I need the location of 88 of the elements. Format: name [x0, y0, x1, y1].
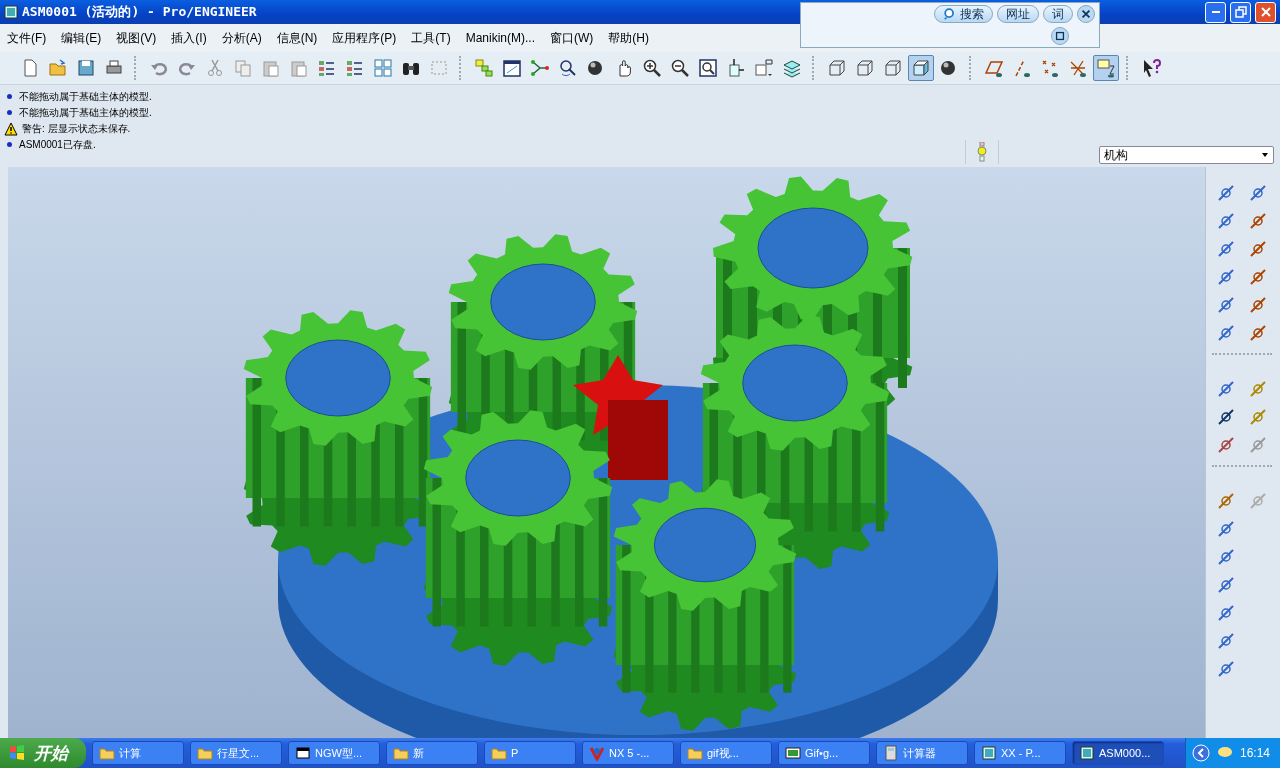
- wireframe-cube-icon: [855, 58, 875, 78]
- close-icon: [1080, 8, 1092, 20]
- restore-icon: [1233, 5, 1248, 19]
- save-icon: [76, 58, 96, 78]
- menu-item[interactable]: 窗口(W): [545, 27, 599, 49]
- menu-item[interactable]: 文件(F): [2, 27, 52, 49]
- selection-box-icon: [429, 58, 449, 78]
- menu-item[interactable]: 帮助(H): [603, 27, 654, 49]
- spin-center-icon: [558, 58, 578, 78]
- restore-button[interactable]: [1230, 1, 1251, 23]
- window-icon: [295, 745, 311, 761]
- taskbar-button[interactable]: NGW型...: [288, 741, 380, 765]
- nx-logo-icon: [589, 745, 605, 761]
- menu-item[interactable]: 应用程序(P): [327, 27, 402, 49]
- menu-item[interactable]: 编辑(E): [56, 27, 107, 49]
- reorient-icon: [726, 58, 746, 78]
- bullet-icon: [7, 94, 12, 99]
- toolbar-button[interactable]: [1093, 55, 1119, 81]
- folder-icon: [393, 745, 409, 761]
- model-tree-icon: [474, 58, 494, 78]
- menu-item[interactable]: 信息(N): [271, 27, 323, 49]
- refit-icon: [698, 58, 718, 78]
- taskbar-button[interactable]: gif视...: [680, 741, 772, 765]
- copy-icon: [233, 58, 253, 78]
- window-title: ASM0001 (活动的) - Pro/ENGINEER: [22, 3, 257, 21]
- open-folder-icon: [48, 58, 68, 78]
- warning-icon: [4, 121, 18, 136]
- taskbar-button[interactable]: 行星文...: [190, 741, 282, 765]
- regenerate-icon: [317, 58, 337, 78]
- folder-icon: [491, 745, 507, 761]
- paste-icon: [261, 58, 281, 78]
- taskbar-button[interactable]: NX 5 -...: [582, 741, 674, 765]
- message-text: 不能拖动属于基础主体的模型.: [19, 89, 152, 104]
- taskbar-button[interactable]: 新: [386, 741, 478, 765]
- message-text: ASM0001已存盘.: [19, 137, 96, 152]
- context-help-icon: [1141, 58, 1161, 78]
- app-window-icon: [981, 745, 997, 761]
- status-light-icon: [976, 142, 988, 162]
- zoom-in-icon: [642, 58, 662, 78]
- calculator-icon: [883, 745, 899, 761]
- layers-icon: [782, 58, 802, 78]
- regenerate-icon: [345, 58, 365, 78]
- folder-icon: [197, 745, 213, 761]
- taskbar-button[interactable]: P: [484, 741, 576, 765]
- taskbar-button[interactable]: Gif•g...: [778, 741, 870, 765]
- node-graph-icon: [530, 58, 550, 78]
- taskbar-button[interactable]: 计算: [92, 741, 184, 765]
- menu-item[interactable]: 工具(T): [406, 27, 456, 49]
- bullet-icon: [7, 110, 12, 115]
- paste-icon: [289, 58, 309, 78]
- chevron-left-icon: [1191, 744, 1210, 762]
- window-icon: [502, 58, 522, 78]
- app-window-icon: [4, 5, 18, 19]
- zoom-out-icon: [670, 58, 690, 78]
- start-button[interactable]: 开始: [0, 738, 86, 768]
- search-icon: [943, 7, 957, 21]
- scissors-icon: [205, 58, 225, 78]
- popup-button[interactable]: 网址: [997, 5, 1039, 23]
- message-text: 警告: 层显示状态未保存.: [22, 121, 131, 136]
- expand-button[interactable]: [1051, 27, 1069, 45]
- menu-item[interactable]: 分析(A): [216, 27, 267, 49]
- minimize-icon: [1211, 11, 1220, 13]
- menu-item[interactable]: 视图(V): [111, 27, 162, 49]
- wireframe-cube-icon: [827, 58, 847, 78]
- menu-item[interactable]: 插入(I): [166, 27, 212, 49]
- saved-views-icon: [754, 58, 774, 78]
- bullet-icon: [7, 142, 12, 147]
- close-button[interactable]: [1077, 5, 1095, 23]
- menu-item[interactable]: Manikin(M)...: [460, 29, 540, 47]
- dropdown-caret-icon: [1261, 151, 1269, 159]
- taskbar-button[interactable]: ASM000...: [1072, 741, 1164, 765]
- filter-dropdown[interactable]: 机构: [1099, 146, 1274, 164]
- search-button[interactable]: 搜索: [934, 5, 993, 23]
- wireframe-cube-icon: [883, 58, 903, 78]
- folder-icon: [687, 745, 703, 761]
- popup-button[interactable]: 词: [1043, 5, 1073, 23]
- minimize-button[interactable]: [1205, 1, 1226, 23]
- folder-icon: [99, 745, 115, 761]
- toolbar-button[interactable]: [908, 55, 934, 81]
- window-icon: [1054, 30, 1066, 42]
- app-window-icon: [1079, 745, 1095, 761]
- shaded-cube-icon: [911, 58, 931, 78]
- message-text: 不能拖动属于基础主体的模型.: [19, 105, 152, 120]
- film-icon: [785, 745, 801, 761]
- clock: 16:14: [1239, 746, 1270, 760]
- taskbar-button[interactable]: XX - P...: [974, 741, 1066, 765]
- close-icon: [1258, 5, 1273, 19]
- taskbar-button[interactable]: 计算器: [876, 741, 968, 765]
